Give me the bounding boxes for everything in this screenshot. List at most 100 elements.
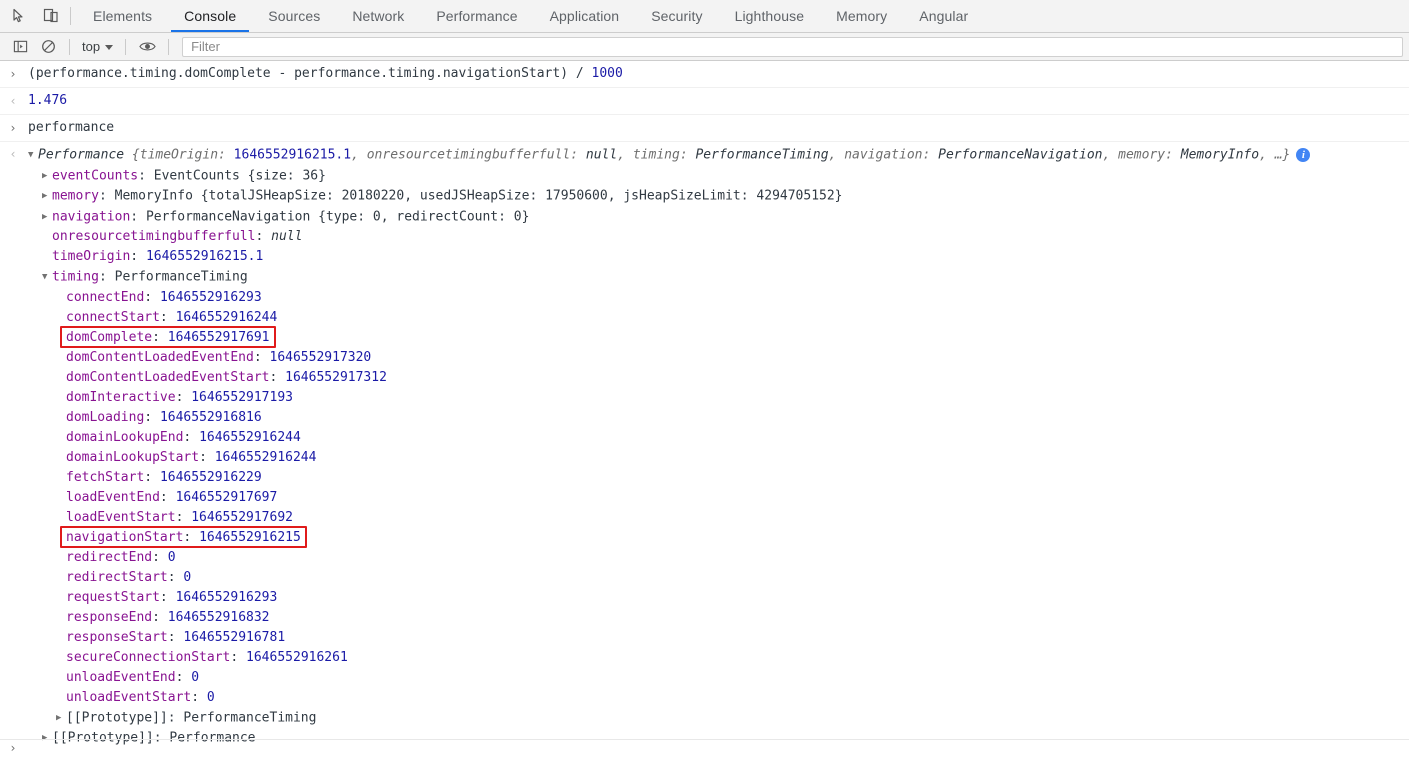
object-property-row[interactable]: redirectStart: 0 [0, 568, 1409, 588]
console-sidebar-toggle-icon[interactable] [8, 36, 32, 58]
property-text: domainLookupStart: 1646552916244 [66, 449, 317, 465]
object-property-row[interactable]: timing: PerformanceTiming [0, 267, 1409, 288]
inspect-element-icon[interactable] [8, 5, 30, 27]
object-property-row[interactable]: domContentLoadedEventStart: 164655291731… [0, 368, 1409, 388]
tab-label: Security [651, 8, 703, 24]
tab-label: Performance [436, 8, 518, 24]
execution-context-selector[interactable]: top [79, 39, 116, 54]
property-key: domInteractive [66, 389, 176, 405]
object-property-row[interactable]: unloadEventStart: 0 [0, 688, 1409, 708]
device-toolbar-icon[interactable] [40, 5, 62, 27]
property-value: 1646552916229 [159, 469, 262, 485]
object-property-row[interactable]: memory: MemoryInfo {totalJSHeapSize: 201… [0, 186, 1409, 207]
object-property-row[interactable]: navigationStart: 1646552916215 [0, 528, 1409, 548]
property-key: requestStart [66, 589, 160, 605]
object-property-row[interactable]: domainLookupStart: 1646552916244 [0, 448, 1409, 468]
property-value: 0 [183, 569, 192, 585]
property-key: connectStart [66, 309, 160, 325]
tab-lighthouse[interactable]: Lighthouse [719, 0, 821, 32]
tabbar-divider [70, 7, 71, 25]
live-expressions-eye-icon[interactable] [135, 36, 159, 58]
console-filter[interactable] [182, 36, 1403, 57]
object-property-row[interactable]: timeOrigin: 1646552916215.1 [0, 247, 1409, 267]
tab-console[interactable]: Console [168, 0, 252, 32]
property-text: domLoading: 1646552916816 [66, 409, 262, 425]
expand-arrow-icon[interactable] [42, 186, 52, 206]
property-text: eventCounts: EventCounts {size: 36} [52, 168, 326, 183]
object-property-row[interactable]: domContentLoadedEventEnd: 1646552917320 [0, 348, 1409, 368]
tab-performance[interactable]: Performance [420, 0, 533, 32]
row-content: 1.476 [28, 93, 68, 108]
console-message-list[interactable]: › (performance.timing.domComplete - perfo… [0, 61, 1409, 749]
object-property-row[interactable]: domLoading: 1646552916816 [0, 408, 1409, 428]
tab-network[interactable]: Network [336, 0, 420, 32]
clear-console-icon[interactable] [36, 36, 60, 58]
expand-arrow-icon[interactable] [28, 145, 38, 165]
tab-memory[interactable]: Memory [820, 0, 903, 32]
property-key: domComplete [66, 329, 153, 345]
property-text: requestStart: 1646552916293 [66, 589, 278, 605]
property-key: redirectEnd [66, 549, 153, 565]
console-result-row[interactable]: ‹ 1.476 [0, 88, 1409, 115]
object-property-row[interactable]: responseEnd: 1646552916832 [0, 608, 1409, 628]
object-property-row[interactable]: connectEnd: 1646552916293 [0, 288, 1409, 308]
expand-arrow-icon[interactable] [56, 708, 66, 728]
object-property-row[interactable]: loadEventEnd: 1646552917697 [0, 488, 1409, 508]
expand-arrow-icon[interactable] [42, 166, 52, 186]
tab-security[interactable]: Security [635, 0, 718, 32]
chevron-down-icon [105, 44, 114, 50]
object-property-row[interactable]: secureConnectionStart: 1646552916261 [0, 648, 1409, 668]
prompt-caret-icon: › [10, 741, 16, 755]
property-value: 1646552917697 [175, 489, 278, 505]
toolbar-divider-2 [125, 38, 127, 55]
console-command2-row[interactable]: › performance [0, 115, 1409, 142]
console-command-row[interactable]: › (performance.timing.domComplete - perfo… [0, 61, 1409, 88]
property-value: 1646552917692 [191, 509, 293, 525]
property-key: connectEnd [66, 289, 145, 305]
property-text: onresourcetimingbufferfull: null [52, 229, 303, 244]
object-property-row[interactable]: domComplete: 1646552917691 [0, 328, 1409, 348]
object-property-row[interactable]: requestStart: 1646552916293 [0, 588, 1409, 608]
property-text: connectEnd: 1646552916293 [66, 289, 262, 305]
expand-arrow-icon[interactable] [42, 207, 52, 227]
tab-angular[interactable]: Angular [903, 0, 984, 32]
object-preview: Performance {timeOrigin: 1646552916215.1… [0, 145, 1409, 166]
property-key: memory [52, 188, 99, 204]
filter-input[interactable] [189, 38, 1396, 55]
expand-arrow-icon[interactable] [42, 267, 52, 287]
info-icon[interactable]: i [1296, 148, 1311, 162]
property-key: loadEventEnd [66, 489, 160, 505]
property-text: secureConnectionStart: 1646552916261 [66, 649, 348, 665]
object-property-row[interactable]: eventCounts: EventCounts {size: 36} [0, 166, 1409, 187]
object-property-row[interactable]: domInteractive: 1646552917193 [0, 388, 1409, 408]
object-property-row[interactable]: loadEventStart: 1646552917692 [0, 508, 1409, 528]
object-property-row[interactable]: navigation: PerformanceNavigation {type:… [0, 207, 1409, 228]
property-text: navigation: PerformanceNavigation {type:… [52, 209, 530, 224]
object-property-row[interactable]: connectStart: 1646552916244 [0, 308, 1409, 328]
property-text: redirectEnd: 0 [66, 549, 176, 565]
tab-sources[interactable]: Sources [252, 0, 336, 32]
property-text: domContentLoadedEventEnd: 1646552917320 [66, 349, 372, 365]
property-key: loadEventStart [66, 509, 176, 525]
property-key: redirectStart [66, 569, 168, 585]
property-value: MemoryInfo {totalJSHeapSize: 20180220, u… [114, 188, 843, 204]
object-property-row[interactable]: domainLookupEnd: 1646552916244 [0, 428, 1409, 448]
tab-elements[interactable]: Elements [77, 0, 168, 32]
property-key: secureConnectionStart [66, 649, 231, 665]
object-property-row[interactable]: unloadEventEnd: 0 [0, 668, 1409, 688]
object-property-row[interactable]: responseStart: 1646552916781 [0, 628, 1409, 648]
property-value: 1646552917320 [269, 349, 372, 365]
console-object-row[interactable]: ‹Performance {timeOrigin: 1646552916215.… [0, 142, 1409, 166]
object-property-row[interactable]: redirectEnd: 0 [0, 548, 1409, 568]
object-property-row[interactable]: fetchStart: 1646552916229 [0, 468, 1409, 488]
property-value: 1646552916832 [167, 609, 270, 625]
object-property-row[interactable]: onresourcetimingbufferfull: null [0, 227, 1409, 247]
property-key: domainLookupEnd [66, 429, 184, 445]
property-key: domContentLoadedEventStart [66, 369, 270, 385]
property-key: domLoading [66, 409, 145, 425]
console-input-prompt-row[interactable]: › [0, 740, 1409, 758]
property-key: fetchStart [66, 469, 145, 485]
object-property-row[interactable]: [[Prototype]]: PerformanceTiming [0, 708, 1409, 729]
tab-application[interactable]: Application [534, 0, 636, 32]
property-text: redirectStart: 0 [66, 569, 192, 585]
